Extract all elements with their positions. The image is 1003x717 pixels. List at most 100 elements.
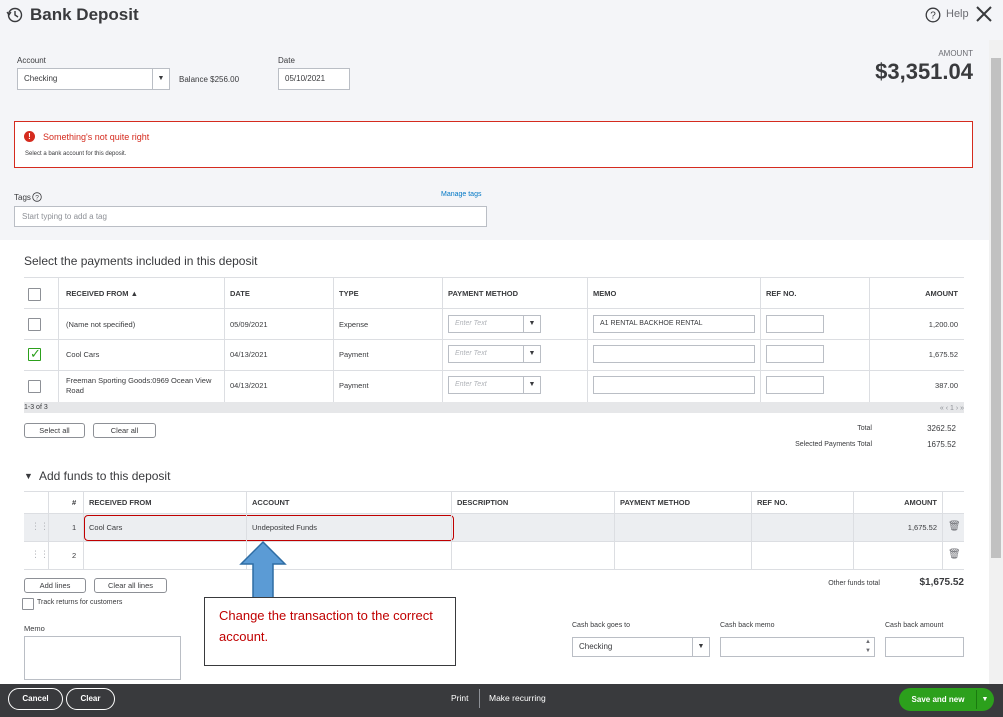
selected-total-label: Selected Payments Total [795, 441, 872, 448]
page-title: Bank Deposit [30, 5, 139, 24]
payment-method-placeholder: Enter Text [455, 350, 487, 357]
col-memo[interactable]: MEMO [593, 289, 616, 298]
close-icon[interactable] [974, 4, 994, 24]
amount-total: $3,351.04 [875, 59, 973, 84]
chevron-down-icon[interactable]: ▼ [692, 638, 709, 656]
row-checkbox[interactable] [28, 380, 41, 393]
select-all-checkbox[interactable] [28, 288, 41, 301]
row-type: Expense [339, 320, 369, 329]
col-funds-received-from: RECEIVED FROM [89, 498, 152, 507]
col-ref-no[interactable]: REF NO. [766, 289, 796, 298]
clear-button[interactable]: Clear [66, 688, 115, 710]
help-icon[interactable]: ? [925, 7, 941, 23]
row-payment-method-select[interactable]: Enter Text ▼ [448, 376, 541, 394]
col-amount[interactable]: AMOUNT [880, 289, 958, 298]
tags-input[interactable]: Start typing to add a tag [14, 206, 487, 227]
memo-label: Memo [24, 624, 45, 633]
date-input[interactable]: 05/10/2021 [278, 68, 350, 90]
drag-handle-icon[interactable]: ⋮⋮ [31, 521, 49, 532]
col-type[interactable]: TYPE [339, 289, 359, 298]
drag-handle-icon[interactable]: ⋮⋮ [31, 549, 49, 560]
row-ref-input[interactable] [766, 315, 824, 333]
tags-help-icon[interactable]: ? [32, 192, 42, 202]
save-and-new-label[interactable]: Save and new [899, 688, 977, 711]
row-type: Payment [339, 381, 369, 390]
manage-tags-link[interactable]: Manage tags [441, 191, 481, 198]
row-memo-input[interactable] [593, 376, 755, 394]
col-date[interactable]: DATE [230, 289, 250, 298]
clear-all-button[interactable]: Clear all [93, 423, 156, 438]
date-value: 05/10/2021 [285, 74, 326, 83]
pagination-controls[interactable]: « ‹ 1 › » [880, 405, 964, 412]
row-amount: 387.00 [935, 381, 958, 390]
track-returns-checkbox[interactable] [22, 598, 34, 610]
trash-icon[interactable]: 🗑 [948, 549, 961, 560]
funds-row-number: 2 [72, 551, 77, 560]
row-date: 04/13/2021 [230, 350, 268, 359]
col-funds-ref-no: REF NO. [757, 498, 788, 507]
error-banner [14, 121, 973, 168]
divider [24, 569, 964, 570]
date-label: Date [278, 56, 295, 65]
chevron-down-icon[interactable]: ▼ [523, 346, 540, 362]
cash-back-account-select[interactable]: Checking ▼ [572, 637, 710, 657]
divider [24, 491, 964, 492]
cash-back-amount-input[interactable] [885, 637, 964, 657]
divider [24, 370, 964, 371]
cash-back-goes-to-label: Cash back goes to [572, 622, 630, 629]
chevron-down-icon[interactable]: ▼ [523, 316, 540, 332]
funds-row-amount[interactable]: 1,675.52 [860, 523, 937, 532]
help-link[interactable]: Help [946, 8, 969, 20]
row-payment-method-select[interactable]: Enter Text ▼ [448, 315, 541, 333]
row-received-from[interactable]: Freeman Sporting Goods:0969 Ocean View R… [66, 376, 216, 396]
select-all-button[interactable]: Select all [24, 423, 85, 438]
clear-all-lines-button[interactable]: Clear all lines [94, 578, 167, 593]
trash-icon[interactable]: 🗑 [948, 521, 961, 532]
cancel-button[interactable]: Cancel [8, 688, 63, 710]
error-icon: ! [24, 131, 35, 142]
cash-back-memo-input[interactable]: ▲ ▼ [720, 637, 875, 657]
divider [751, 491, 752, 569]
balance-text: Balance $256.00 [179, 75, 240, 84]
collapse-toggle-icon[interactable]: ▼ [24, 471, 33, 481]
divider [48, 491, 49, 569]
history-icon[interactable] [6, 6, 24, 24]
spinner-icon[interactable]: ▲ ▼ [865, 638, 871, 656]
row-checkbox-checked[interactable] [28, 346, 41, 362]
row-checkbox[interactable] [28, 318, 41, 331]
account-select[interactable]: Checking ▼ [17, 68, 170, 90]
make-recurring-link[interactable]: Make recurring [489, 693, 546, 703]
col-funds-description: DESCRIPTION [457, 498, 509, 507]
selected-total-value: 1675.52 [927, 440, 956, 449]
row-payment-method-select[interactable]: Enter Text ▼ [448, 345, 541, 363]
amount-label: AMOUNT [938, 49, 973, 58]
memo-textarea[interactable] [24, 636, 181, 680]
payment-method-placeholder: Enter Text [455, 320, 487, 327]
row-received-from[interactable]: (Name not specified) [66, 320, 135, 329]
track-returns-label: Track returns for customers [37, 599, 123, 606]
header-area [0, 0, 1003, 240]
print-link[interactable]: Print [451, 693, 468, 703]
svg-text:?: ? [35, 195, 39, 202]
col-received-from[interactable]: RECEIVED FROM ▲ [66, 289, 138, 298]
row-memo-input[interactable] [593, 345, 755, 363]
col-line-number: # [72, 498, 77, 507]
col-payment-method[interactable]: PAYMENT METHOD [448, 289, 518, 298]
table-scrollbar[interactable] [24, 402, 964, 413]
add-lines-button[interactable]: Add lines [24, 578, 86, 593]
row-date: 05/09/2021 [230, 320, 268, 329]
error-message: Select a bank account for this deposit. [25, 151, 127, 157]
payments-section-title: Select the payments included in this dep… [24, 254, 258, 268]
chevron-down-icon[interactable]: ▼ [523, 377, 540, 393]
row-received-from[interactable]: Cool Cars [66, 350, 99, 359]
row-ref-input[interactable] [766, 345, 824, 363]
cash-back-memo-label: Cash back memo [720, 622, 775, 629]
chevron-down-icon[interactable]: ▼ [152, 69, 169, 89]
row-ref-input[interactable] [766, 376, 824, 394]
other-funds-total-label: Other funds total [828, 580, 880, 587]
row-date: 04/13/2021 [230, 381, 268, 390]
chevron-down-icon[interactable]: ▼ [978, 688, 992, 711]
page-scrollbar-thumb[interactable] [991, 58, 1001, 558]
col-funds-payment-method: PAYMENT METHOD [620, 498, 691, 507]
row-memo-input[interactable]: A1 RENTAL BACKHOE RENTAL [593, 315, 755, 333]
